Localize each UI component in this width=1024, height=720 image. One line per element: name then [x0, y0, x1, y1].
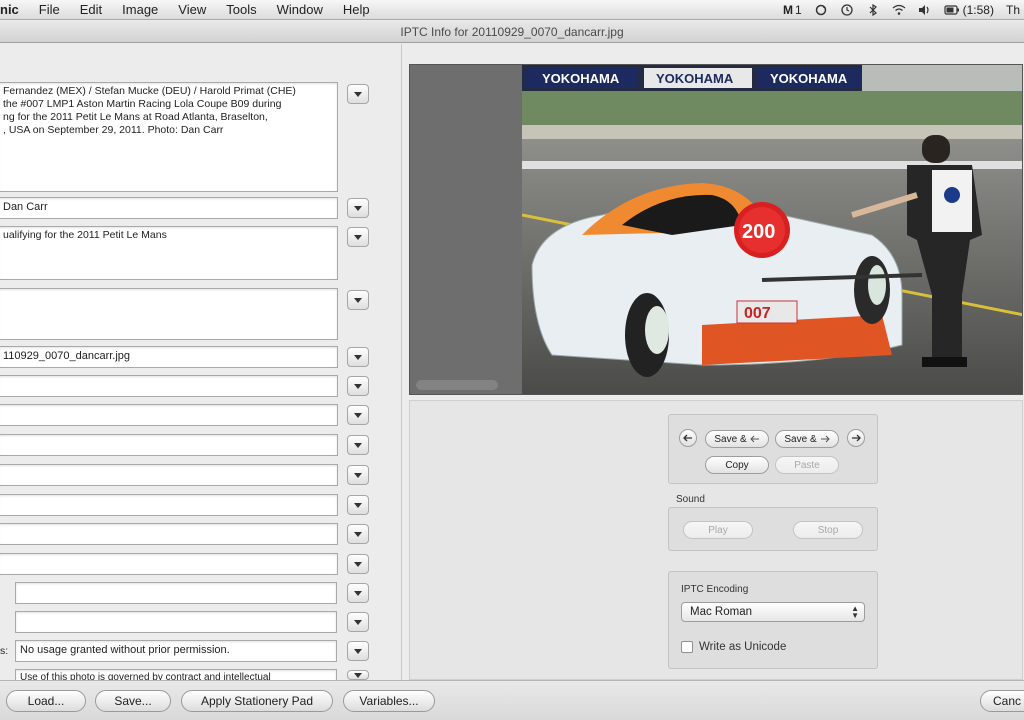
encoding-group: IPTC Encoding Mac Roman ▲ ▼ Write as Unic…: [668, 571, 878, 669]
field-row-7[interactable]: [0, 553, 338, 575]
previous-arrow-button[interactable]: [679, 429, 697, 447]
race-car-photo: YOKOHAMA YOKOHAMA YOKOHAMA 007 200: [522, 65, 1022, 394]
banner-text-1: YOKOHAMA: [542, 71, 620, 86]
encoding-label: IPTC Encoding: [681, 584, 749, 595]
save-next-label: Save &: [784, 433, 817, 445]
writer-dropdown-button[interactable]: [347, 198, 369, 218]
save-previous-label: Save &: [714, 433, 747, 445]
encoding-select[interactable]: Mac Roman ▲ ▼: [681, 602, 865, 622]
bluetooth-icon[interactable]: [866, 4, 880, 16]
volume-icon[interactable]: [918, 4, 932, 16]
menu-bar: nic File Edit Image View Tools Window He…: [0, 0, 1024, 20]
preview-pane: YOKOHAMA YOKOHAMA YOKOHAMA 007 200 Save …: [403, 44, 1024, 680]
rights-usage-field[interactable]: No usage granted without prior permissio…: [15, 640, 337, 662]
writer-field[interactable]: Dan Carr: [0, 197, 338, 219]
sound-group: Play Stop: [668, 507, 878, 551]
field-row-6-dropdown-button[interactable]: [347, 524, 369, 544]
paste-button[interactable]: Paste: [775, 456, 839, 474]
clock[interactable]: Th: [1006, 3, 1020, 17]
sound-label: Sound: [676, 494, 705, 505]
window-title: IPTC Info for 20110929_0070_dancarr.jpg: [0, 21, 1024, 43]
sync-icon[interactable]: [814, 4, 828, 16]
field-row-5-dropdown-button[interactable]: [347, 495, 369, 515]
status-badge: 1: [794, 3, 802, 17]
filename-dropdown-button[interactable]: [347, 347, 369, 367]
copyright-notice-dropdown-button[interactable]: [347, 670, 369, 680]
caption-field[interactable]: Fernandez (MEX) / Stefan Mucke (DEU) / H…: [0, 82, 338, 192]
field-row-3[interactable]: [0, 434, 338, 456]
instructions-field[interactable]: [0, 288, 338, 340]
field-row-7-dropdown-button[interactable]: [347, 554, 369, 574]
play-button[interactable]: Play: [683, 521, 753, 539]
field-row-9-dropdown-button[interactable]: [347, 612, 369, 632]
field-row-8[interactable]: [15, 582, 337, 604]
field-row-2[interactable]: [0, 404, 338, 426]
car-number: 007: [744, 305, 771, 322]
write-unicode-checkbox[interactable]: [681, 641, 693, 653]
field-row-6[interactable]: [0, 523, 338, 545]
arrow-right-icon: [852, 434, 861, 442]
status-area: M1 (1:58) Th: [783, 0, 1024, 20]
arrow-left-icon: [683, 434, 692, 442]
preview-page-indicator[interactable]: [416, 380, 498, 390]
menu-help[interactable]: Help: [333, 2, 380, 17]
controls-area: Save & Save & Copy Paste Sound Play Stop…: [409, 400, 1023, 680]
save-next-button[interactable]: Save &: [775, 430, 839, 448]
app-menu[interactable]: nic: [0, 2, 29, 17]
navigation-group: Save & Save & Copy Paste: [668, 414, 878, 484]
write-unicode-label[interactable]: Write as Unicode: [699, 641, 786, 653]
menu-image[interactable]: Image: [112, 2, 168, 17]
pit-board-number: 200: [742, 221, 775, 243]
headline-field[interactable]: ualifying for the 2011 Petit Le Mans: [0, 226, 338, 280]
arrow-left-small-icon: [749, 435, 759, 443]
field-row-1[interactable]: [0, 375, 338, 397]
field-row-4-dropdown-button[interactable]: [347, 465, 369, 485]
battery-icon: [944, 5, 959, 15]
banner-text-2: YOKOHAMA: [656, 71, 734, 86]
field-row-1-dropdown-button[interactable]: [347, 376, 369, 396]
cancel-button[interactable]: Canc: [980, 690, 1024, 712]
encoding-selected-value: Mac Roman: [690, 606, 752, 618]
load-button[interactable]: Load...: [6, 690, 86, 712]
variables-button[interactable]: Variables...: [343, 690, 435, 712]
image-preview: YOKOHAMA YOKOHAMA YOKOHAMA 007 200: [409, 64, 1023, 395]
time-machine-icon[interactable]: [840, 4, 854, 16]
field-row-4[interactable]: [0, 464, 338, 486]
menu-file[interactable]: File: [29, 2, 70, 17]
field-row-8-dropdown-button[interactable]: [347, 583, 369, 603]
menu-tools[interactable]: Tools: [216, 2, 266, 17]
copyright-notice-field[interactable]: Use of this photo is governed by contrac…: [15, 669, 337, 680]
preview-margin: [410, 65, 522, 394]
apply-stationery-pad-button[interactable]: Apply Stationery Pad: [181, 690, 333, 712]
filename-field[interactable]: 110929_0070_dancarr.jpg: [0, 346, 338, 368]
save-button[interactable]: Save...: [95, 690, 171, 712]
field-row-9[interactable]: [15, 611, 337, 633]
battery-indicator[interactable]: (1:58): [944, 3, 994, 17]
field-row-3-dropdown-button[interactable]: [347, 435, 369, 455]
field-row-5[interactable]: [0, 494, 338, 516]
rights-usage-label: s:: [0, 645, 9, 657]
instructions-dropdown-button[interactable]: [347, 290, 369, 310]
menu-edit[interactable]: Edit: [70, 2, 112, 17]
next-arrow-button[interactable]: [847, 429, 865, 447]
bottom-toolbar: Load... Save... Apply Stationery Pad Var…: [0, 680, 1024, 720]
stop-button[interactable]: Stop: [793, 521, 863, 539]
menu-extra-m-icon[interactable]: M1: [783, 3, 802, 17]
menu-window[interactable]: Window: [267, 2, 333, 17]
save-previous-button[interactable]: Save &: [705, 430, 769, 448]
menu-view[interactable]: View: [168, 2, 216, 17]
arrow-right-small-icon: [820, 435, 830, 443]
headline-dropdown-button[interactable]: [347, 227, 369, 247]
caption-dropdown-button[interactable]: [347, 84, 369, 104]
rights-usage-dropdown-button[interactable]: [347, 641, 369, 661]
copy-button[interactable]: Copy: [705, 456, 769, 474]
banner-text-3: YOKOHAMA: [770, 71, 848, 86]
iptc-form-pane: Fernandez (MEX) / Stefan Mucke (DEU) / H…: [0, 44, 402, 680]
battery-time: (1:58): [962, 3, 994, 17]
wifi-icon[interactable]: [892, 4, 906, 16]
field-row-2-dropdown-button[interactable]: [347, 405, 369, 425]
select-arrows-icon: ▲ ▼: [851, 604, 859, 620]
